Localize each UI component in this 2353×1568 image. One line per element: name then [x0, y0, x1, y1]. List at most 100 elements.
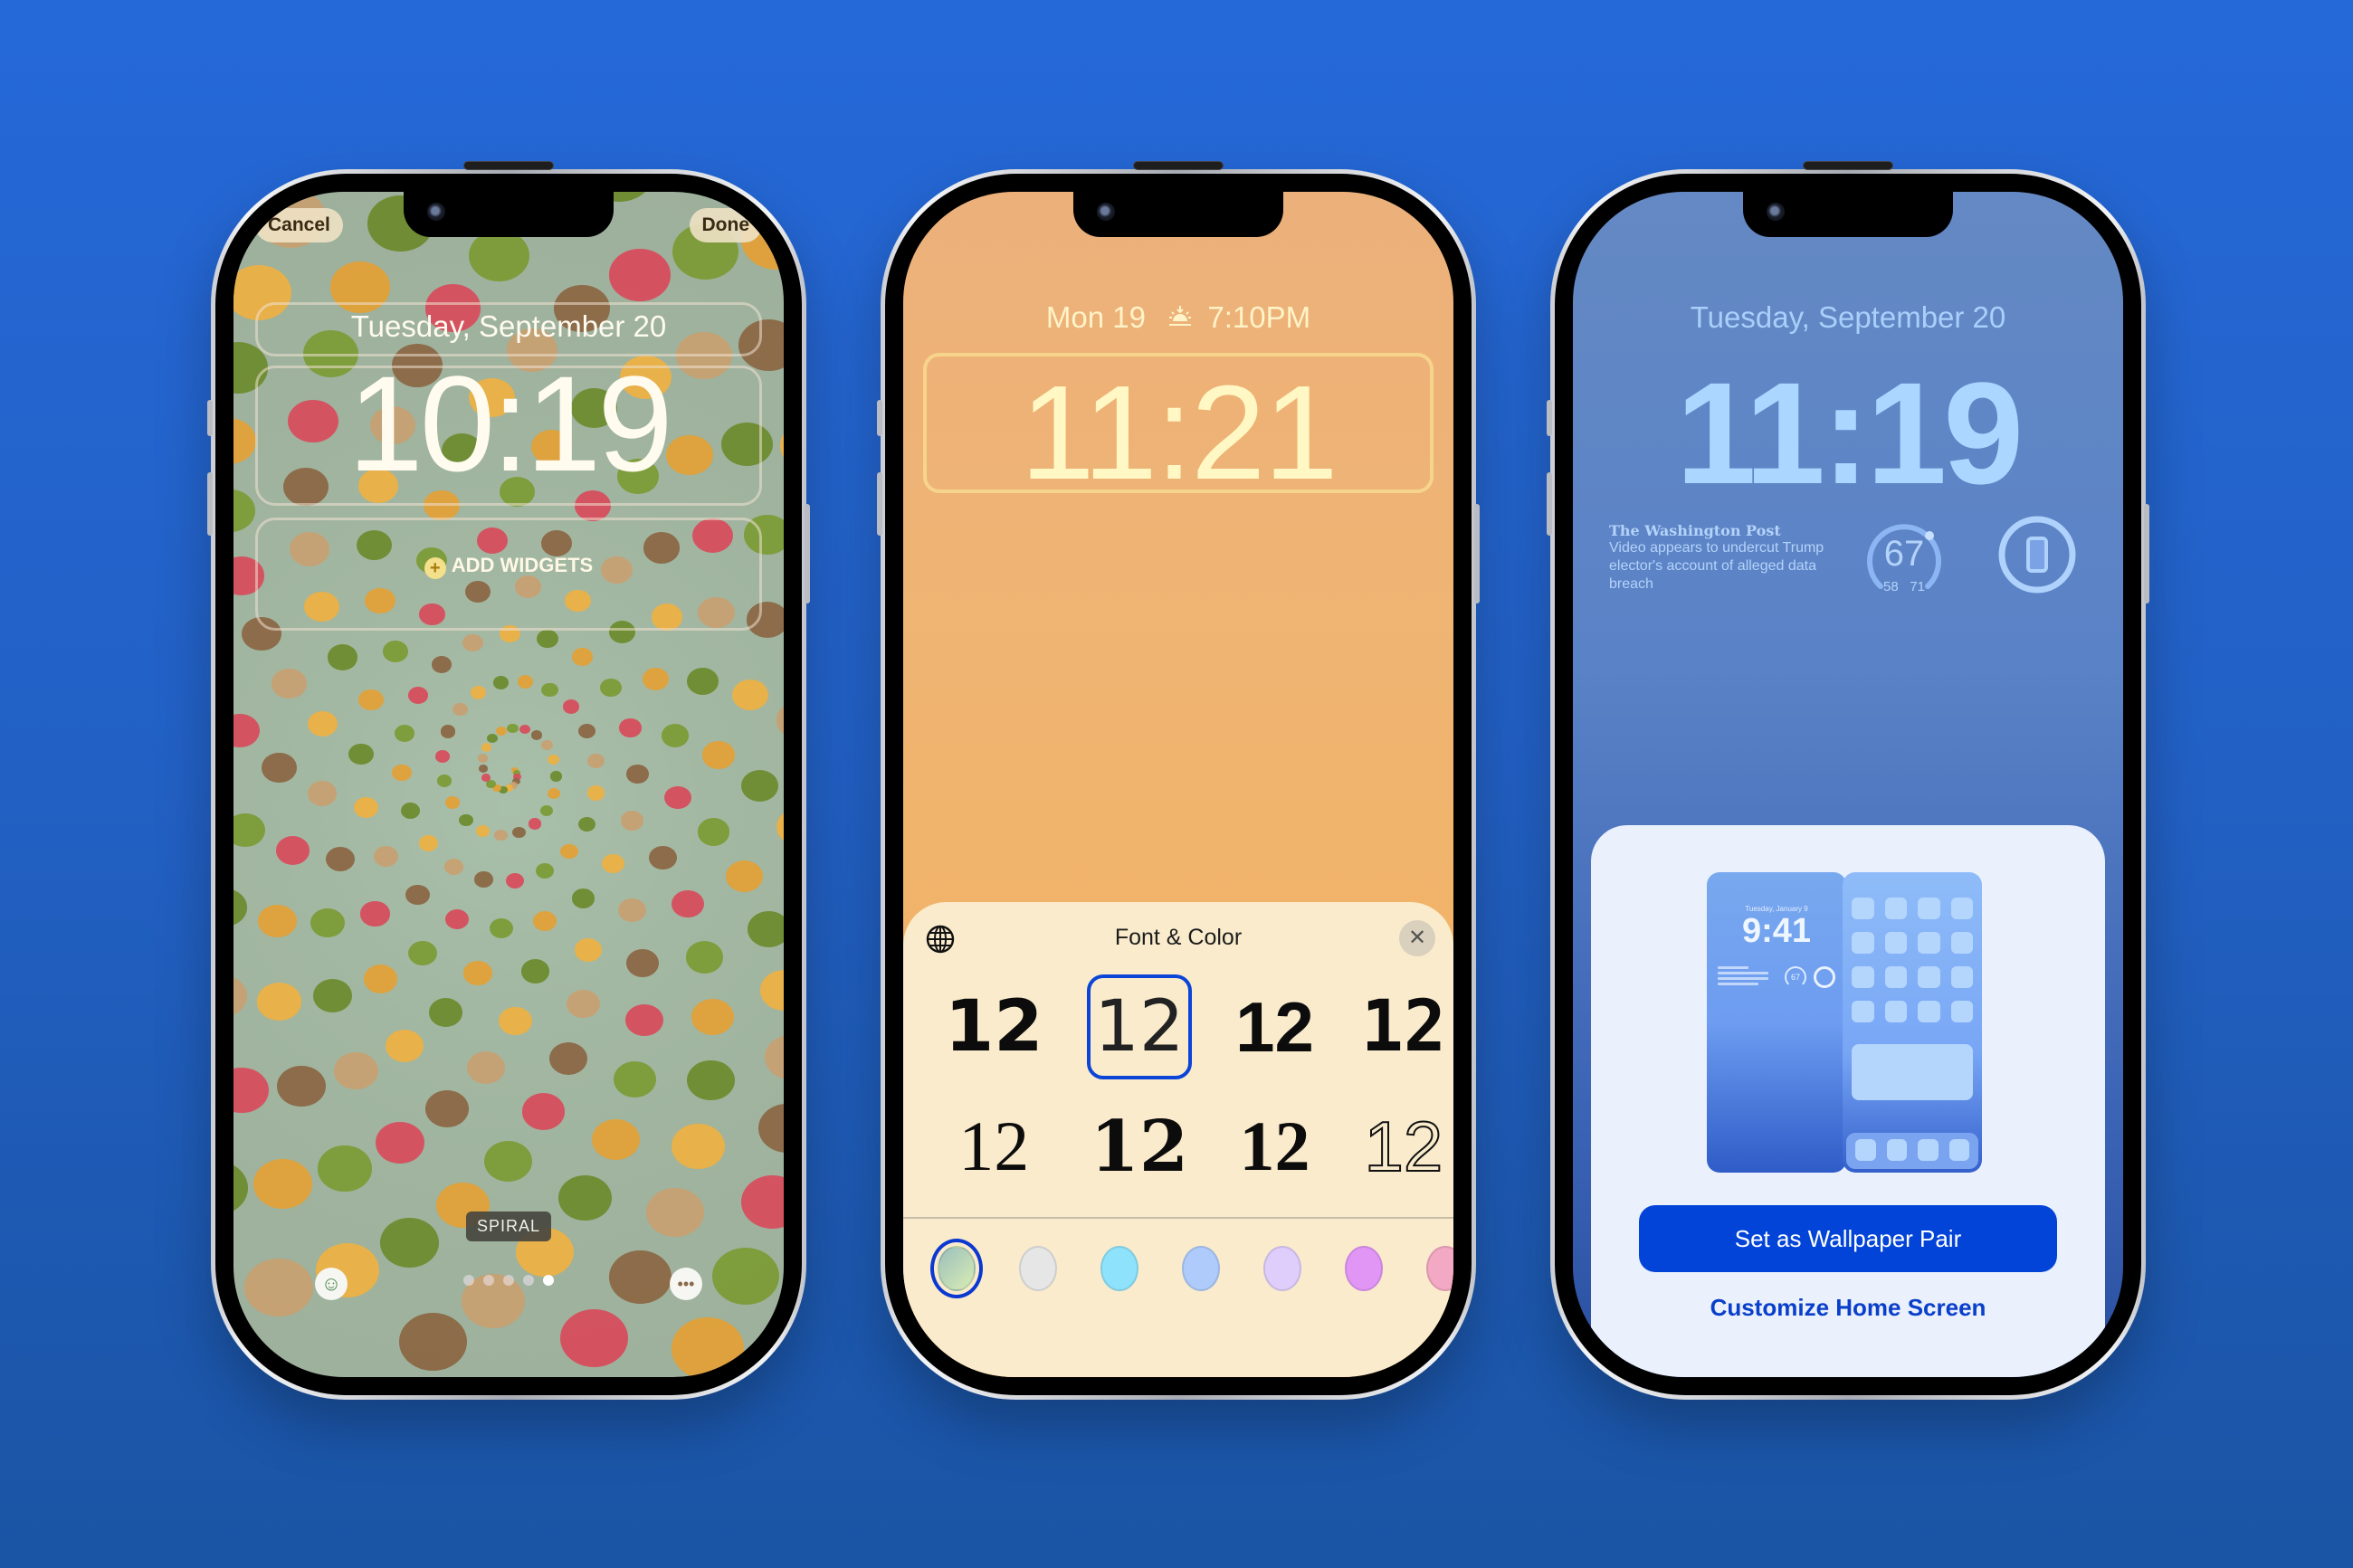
- emoji-sticker: [380, 1217, 439, 1268]
- more-button[interactable]: •••: [670, 1268, 702, 1300]
- emoji-sticker: [559, 843, 578, 860]
- phone-icon: [2026, 537, 2048, 573]
- font-option[interactable]: 12: [941, 974, 1047, 1079]
- emoji-sticker: [613, 1061, 657, 1098]
- sunset-icon: [1167, 300, 1194, 335]
- emoji-sticker: [562, 699, 580, 714]
- page-dot[interactable]: [463, 1275, 474, 1286]
- weather-high: 71: [1910, 579, 1925, 594]
- add-widgets-button[interactable]: + ADD WIDGETS: [233, 554, 784, 579]
- app-icon-placeholder: [1918, 898, 1940, 919]
- emoji-sticker: [578, 724, 596, 739]
- emoji-sticker: [398, 1313, 468, 1372]
- emoji-sticker: [558, 1174, 612, 1221]
- emoji-sticker: [591, 1118, 640, 1160]
- emoji-sticker: [649, 846, 677, 870]
- app-icon-placeholder: [1918, 932, 1940, 954]
- app-icon-placeholder: [1852, 932, 1874, 954]
- emoji-sticker: [459, 813, 473, 826]
- set-wallpaper-pair-button[interactable]: Set as Wallpaper Pair: [1639, 1205, 2057, 1272]
- cancel-button[interactable]: Cancel: [255, 208, 343, 242]
- volume-up-button: [877, 472, 882, 536]
- power-button: [2144, 504, 2149, 603]
- emoji-sticker: [233, 889, 248, 927]
- news-source: The Washington Post: [1609, 522, 1781, 539]
- customize-home-screen-button[interactable]: Customize Home Screen: [1591, 1294, 2105, 1322]
- lock-date: Mon 19: [1045, 300, 1146, 334]
- page-dot[interactable]: [503, 1275, 514, 1286]
- font-color-sheet: Font & Color ✕ 12 12 12 12 12 12 12 12: [903, 902, 1453, 1377]
- emoji-sticker: [567, 989, 601, 1018]
- color-swatch[interactable]: [930, 1239, 983, 1298]
- speaker: [1803, 161, 1893, 170]
- news-headline: Video appears to undercut Trump elector'…: [1609, 540, 1824, 592]
- side-button: [1547, 400, 1552, 436]
- emoji-sticker: [577, 816, 596, 832]
- app-icon-placeholder: [1884, 932, 1907, 954]
- color-swatch[interactable]: [1019, 1246, 1057, 1291]
- emoji-sticker: [478, 764, 489, 773]
- emoji-sticker: [466, 1050, 506, 1084]
- color-swatch[interactable]: [1426, 1246, 1453, 1291]
- font-option[interactable]: 12: [1358, 1094, 1450, 1199]
- close-button[interactable]: ✕: [1399, 920, 1435, 956]
- lock-screen-preview[interactable]: Tuesday, January 9 9:41 67: [1707, 872, 1846, 1173]
- font-option[interactable]: 12: [1232, 974, 1318, 1079]
- emoji-sticker: [512, 826, 526, 839]
- emoji-sticker: [437, 774, 452, 787]
- font-option[interactable]: 12: [1232, 1094, 1318, 1199]
- app-icon-placeholder: [1918, 1001, 1940, 1022]
- emoji-sticker: [481, 743, 491, 753]
- font-option[interactable]: 12: [941, 1094, 1047, 1199]
- app-icon-placeholder: [1884, 966, 1907, 988]
- dock-icon-placeholder: [1918, 1139, 1939, 1161]
- power-button: [805, 504, 810, 603]
- color-swatch[interactable]: [1345, 1246, 1383, 1291]
- emoji-sticker: [382, 641, 408, 663]
- notch: [1743, 192, 1953, 237]
- page-dot[interactable]: [523, 1275, 534, 1286]
- emoji-sticker: [697, 818, 730, 846]
- emoji-sticker: [760, 970, 784, 1011]
- home-screen-preview[interactable]: [1843, 872, 1982, 1173]
- color-swatch[interactable]: [1100, 1246, 1138, 1291]
- color-swatches[interactable]: [930, 1239, 1453, 1298]
- app-icon-placeholder: [1950, 932, 1973, 954]
- color-swatch[interactable]: [1182, 1246, 1220, 1291]
- app-icon-placeholder: [1950, 1001, 1973, 1022]
- app-icon-placeholder: [1950, 966, 1973, 988]
- emoji-sticker: [407, 687, 429, 705]
- done-button[interactable]: Done: [689, 208, 762, 242]
- page-dot-active[interactable]: [543, 1275, 554, 1286]
- emoji-sticker: [540, 740, 553, 751]
- font-option[interactable]: 12: [1087, 1094, 1193, 1199]
- emoji-sticker: [533, 910, 557, 931]
- color-swatch[interactable]: [1263, 1246, 1301, 1291]
- weather-low: 58: [1883, 579, 1899, 594]
- weather-range: 58 71: [1862, 579, 1946, 594]
- add-widgets-label: ADD WIDGETS: [451, 554, 594, 576]
- emoji-sticker: [571, 889, 595, 908]
- power-button: [1474, 504, 1480, 603]
- news-widget[interactable]: The Washington Post Video appears to und…: [1609, 522, 1826, 594]
- preview-news: [1718, 966, 1768, 985]
- font-option[interactable]: 12: [1358, 974, 1450, 1079]
- ellipsis-icon: •••: [677, 1275, 695, 1293]
- battery-widget[interactable]: [1996, 514, 2078, 595]
- emoji-sticker: [776, 702, 784, 738]
- sheet-header: Font & Color ✕: [903, 902, 1453, 974]
- emoji-sticker: [747, 911, 784, 948]
- emoji-sticker: [548, 788, 561, 800]
- page-dot[interactable]: [483, 1275, 494, 1286]
- app-icon-placeholder: [1852, 966, 1874, 988]
- font-option[interactable]: 12: [1086, 974, 1193, 1079]
- emoji-sticker: [312, 978, 352, 1012]
- emoji-sticker: [400, 802, 421, 820]
- emoji-sticker: [428, 998, 462, 1027]
- emoji-sticker: [505, 872, 525, 889]
- emoji-sticker: [334, 1052, 378, 1090]
- lock-date-row[interactable]: Mon 19 7:10PM: [903, 300, 1453, 335]
- volume-up-button: [1547, 472, 1552, 536]
- emoji-sticker: [440, 725, 456, 738]
- divider: [903, 1217, 1453, 1219]
